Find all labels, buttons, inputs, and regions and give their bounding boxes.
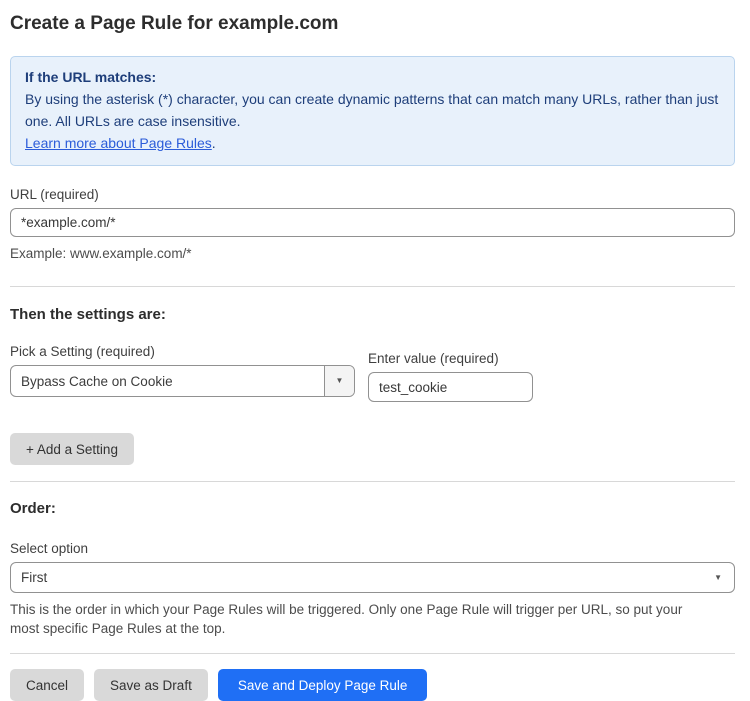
- cancel-button[interactable]: Cancel: [10, 669, 84, 701]
- link-suffix: .: [212, 135, 216, 151]
- enter-value-column: Enter value (required): [368, 323, 533, 402]
- url-field-label: URL (required): [10, 187, 735, 202]
- settings-divider: [10, 286, 735, 287]
- footer-divider: [10, 653, 735, 654]
- learn-more-link[interactable]: Learn more about Page Rules: [25, 135, 212, 151]
- info-box-body: By using the asterisk (*) character, you…: [25, 88, 720, 132]
- chevron-down-icon: ▼: [336, 377, 344, 385]
- info-box-link-line: Learn more about Page Rules.: [25, 132, 720, 154]
- footer-actions: Cancel Save as Draft Save and Deploy Pag…: [10, 669, 735, 701]
- pick-setting-selected-value: Bypass Cache on Cookie: [11, 374, 324, 389]
- pick-setting-label: Pick a Setting (required): [10, 344, 355, 359]
- pick-setting-column: Pick a Setting (required) Bypass Cache o…: [10, 323, 355, 397]
- save-and-deploy-button[interactable]: Save and Deploy Page Rule: [218, 669, 428, 701]
- url-example-helper: Example: www.example.com/*: [10, 244, 735, 263]
- pick-setting-dropdown-button[interactable]: ▼: [324, 366, 354, 396]
- order-select[interactable]: First ▼: [10, 562, 735, 593]
- chevron-down-icon: ▼: [714, 574, 722, 582]
- setting-value-input[interactable]: [368, 372, 533, 402]
- create-page-rule-form: Create a Page Rule for example.com If th…: [0, 0, 750, 688]
- order-helper-text: This is the order in which your Page Rul…: [10, 600, 710, 638]
- settings-section-heading: Then the settings are:: [10, 306, 735, 323]
- info-box-heading: If the URL matches:: [25, 66, 720, 88]
- page-title: Create a Page Rule for example.com: [10, 12, 735, 36]
- order-select-label: Select option: [10, 541, 735, 556]
- enter-value-label: Enter value (required): [368, 351, 533, 366]
- add-setting-button[interactable]: + Add a Setting: [10, 433, 134, 465]
- url-matches-info-box: If the URL matches: By using the asteris…: [10, 56, 735, 166]
- url-input[interactable]: [10, 208, 735, 237]
- settings-row: Pick a Setting (required) Bypass Cache o…: [10, 323, 735, 402]
- order-selected-value: First: [11, 570, 714, 585]
- order-section-heading: Order:: [10, 500, 735, 517]
- save-as-draft-button[interactable]: Save as Draft: [94, 669, 208, 701]
- pick-setting-select[interactable]: Bypass Cache on Cookie ▼: [10, 365, 355, 397]
- order-divider: [10, 481, 735, 482]
